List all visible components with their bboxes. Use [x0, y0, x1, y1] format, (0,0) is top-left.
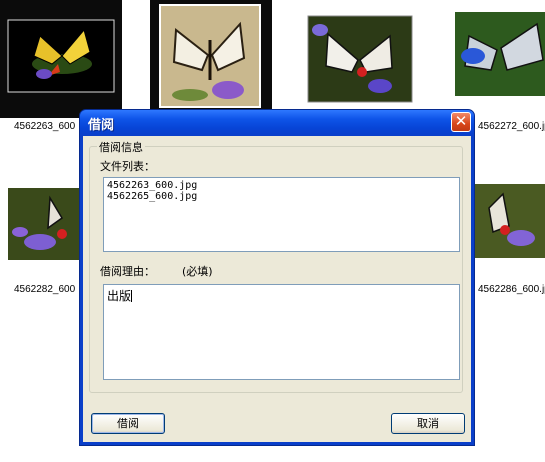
file-list[interactable]: 4562263_600.jpg 4562265_600.jpg	[103, 177, 460, 252]
thumbnail-caption: 4562272_600.jp	[478, 121, 545, 132]
reason-label: 借阅理由：	[100, 265, 155, 278]
file-list-item[interactable]: 4562265_600.jpg	[107, 191, 456, 202]
thumbnail-4562265[interactable]	[150, 0, 272, 118]
thumbnail-caption: 4562286_600.jp	[478, 284, 545, 295]
close-button[interactable]: ✕	[451, 112, 471, 132]
thumbnail-4562263[interactable]	[0, 0, 122, 118]
dialog-titlebar[interactable]: 借阅 ✕	[80, 110, 474, 136]
close-icon: ✕	[454, 112, 468, 130]
thumbnail-4562282[interactable]	[0, 168, 80, 280]
file-list-item[interactable]: 4562263_600.jpg	[107, 180, 456, 191]
thumbnail-4562272[interactable]	[447, 0, 545, 118]
thumbnail-4562268[interactable]	[298, 0, 420, 118]
reason-textarea[interactable]: 出版	[103, 284, 460, 380]
dialog-title: 借阅	[88, 118, 115, 133]
reason-text: 出版	[107, 289, 132, 303]
cancel-button[interactable]: 取消	[391, 413, 465, 434]
group-title: 借阅信息	[97, 139, 145, 155]
thumbnail-4562286[interactable]	[475, 168, 545, 280]
thumbnail-caption: 4562282_600	[14, 284, 76, 295]
borrow-button[interactable]: 借阅	[91, 413, 165, 434]
borrow-info-group: 借阅信息 文件列表： 4562263_600.jpg 4562265_600.j…	[89, 139, 463, 393]
file-list-label: 文件列表：	[100, 160, 155, 173]
thumbnail-caption: 4562263_600	[14, 121, 76, 132]
text-caret	[131, 290, 133, 302]
borrow-dialog: 借阅 ✕ 借阅信息 文件列表： 4562263_600.jpg 4562265_…	[79, 109, 475, 446]
dialog-body: 借阅信息 文件列表： 4562263_600.jpg 4562265_600.j…	[83, 136, 471, 442]
required-hint: (必填)	[182, 265, 213, 278]
